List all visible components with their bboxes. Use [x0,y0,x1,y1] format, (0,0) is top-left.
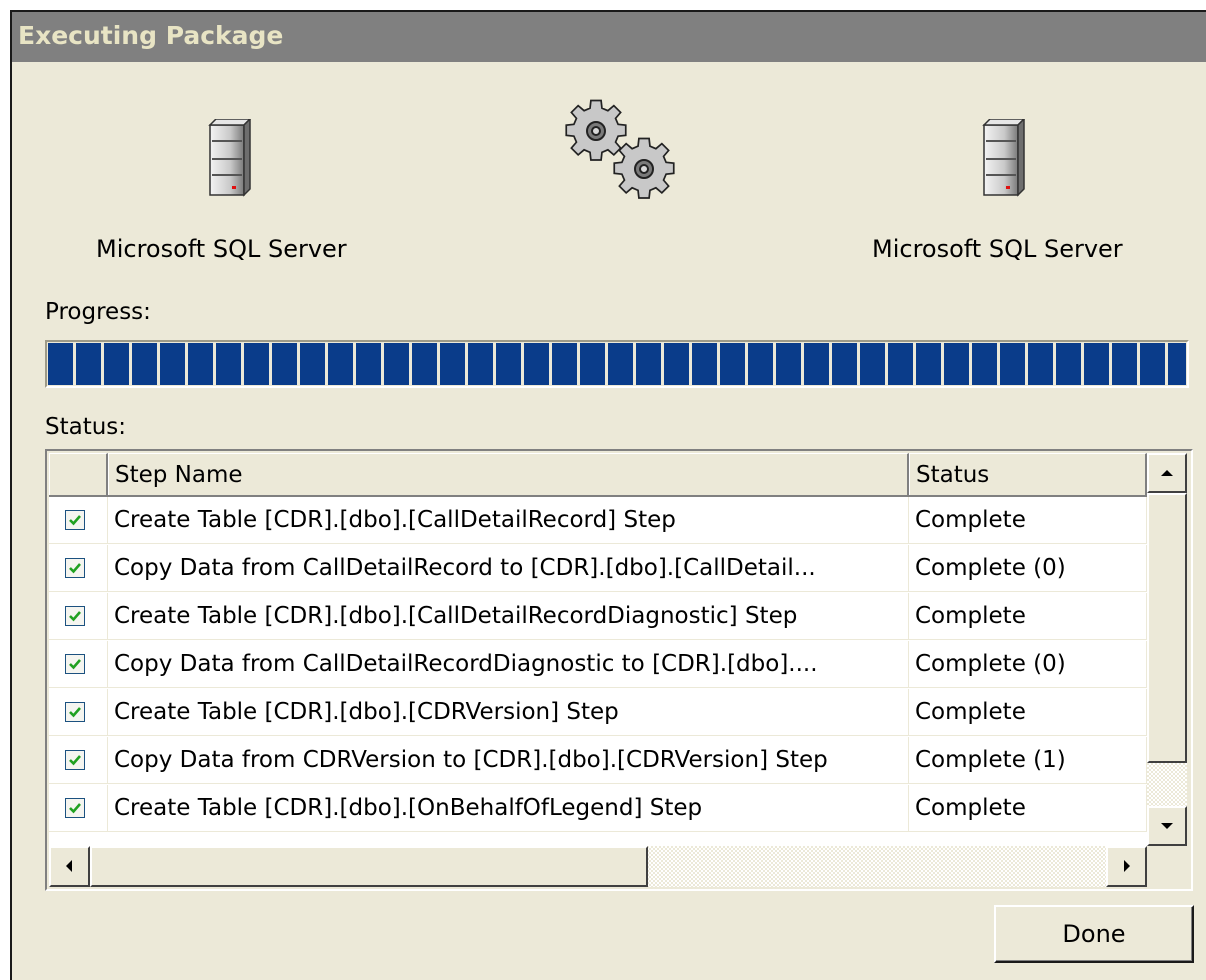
source-server-label: Microsoft SQL Server [96,235,347,263]
status-list[interactable]: Step Name Status Create Table [CDR].[dbo… [45,449,1193,891]
scroll-up-button[interactable] [1147,453,1187,493]
title-bar[interactable]: Executing Package [12,12,1206,62]
gears-icon [562,95,682,209]
step-name-cell: Create Table [CDR].[dbo].[CallDetailReco… [108,593,909,640]
checkmark-icon [69,659,81,670]
horizontal-scrollbar[interactable] [49,846,1147,887]
table-row[interactable]: Create Table [CDR].[dbo].[OnBehalfOfLege… [49,785,1147,833]
step-status-cell: Complete (0) [909,545,1147,592]
executing-package-dialog: Executing Package Microsoft SQL Server M… [10,10,1206,980]
vertical-scroll-thumb[interactable] [1147,493,1187,763]
step-name-cell: Copy Data from CallDetailRecord to [CDR]… [108,545,909,592]
list-header: Step Name Status [49,453,1147,497]
row-check-cell [49,593,108,640]
row-check-cell [49,641,108,688]
checkbox [65,750,85,770]
column-header-step-name[interactable]: Step Name [108,453,909,495]
row-check-cell [49,545,108,592]
scrollbar-corner [1147,846,1187,887]
checkbox [65,558,85,578]
step-status-cell: Complete (1) [909,737,1147,784]
step-name-cell: Copy Data from CallDetailRecordDiagnosti… [108,641,909,688]
vertical-scrollbar[interactable] [1147,453,1187,846]
step-name-cell: Create Table [CDR].[dbo].[CDRVersion] St… [108,689,909,736]
scroll-left-button[interactable] [49,846,90,887]
scroll-down-button[interactable] [1147,806,1187,846]
checkbox [65,510,85,530]
checkmark-icon [69,515,81,526]
step-name-cell: Copy Data from CDRVersion to [CDR].[dbo]… [108,737,909,784]
status-list-body: Step Name Status Create Table [CDR].[dbo… [49,453,1147,846]
checkmark-icon [69,755,81,766]
progress-label: Progress: [45,299,151,325]
arrow-left-icon [66,860,72,872]
step-name-cell: Create Table [CDR].[dbo].[CallDetailReco… [108,497,909,544]
progress-fill [48,343,1186,385]
row-check-cell [49,737,108,784]
checkmark-icon [69,707,81,718]
done-button[interactable]: Done [994,905,1194,963]
table-row[interactable]: Copy Data from CallDetailRecord to [CDR]… [49,545,1147,593]
step-name-cell: Create Table [CDR].[dbo].[OnBehalfOfLege… [108,785,909,832]
row-check-cell [49,689,108,736]
row-check-cell [49,497,108,544]
column-header-check[interactable] [49,453,108,495]
destination-server-label: Microsoft SQL Server [872,235,1123,263]
step-status-cell: Complete (0) [909,641,1147,688]
scroll-right-button[interactable] [1106,846,1147,887]
checkbox [65,798,85,818]
step-status-cell: Complete [909,497,1147,544]
checkbox [65,702,85,722]
progress-bar [45,340,1189,388]
horizontal-scroll-thumb[interactable] [90,846,648,887]
checkbox [65,654,85,674]
checkmark-icon [69,563,81,574]
list-rows: Create Table [CDR].[dbo].[CallDetailReco… [49,497,1147,833]
column-header-status[interactable]: Status [909,453,1147,495]
table-row[interactable]: Create Table [CDR].[dbo].[CallDetailReco… [49,593,1147,641]
window-title: Executing Package [18,21,284,50]
status-label: Status: [45,414,127,440]
table-row[interactable]: Copy Data from CallDetailRecordDiagnosti… [49,641,1147,689]
checkmark-icon [69,611,81,622]
destination-server-icon [976,117,1026,203]
row-check-cell [49,785,108,832]
table-row[interactable]: Create Table [CDR].[dbo].[CDRVersion] St… [49,689,1147,737]
arrow-down-icon [1161,823,1173,829]
step-status-cell: Complete [909,593,1147,640]
checkmark-icon [69,803,81,814]
checkbox [65,606,85,626]
arrow-up-icon [1161,470,1173,476]
arrow-right-icon [1124,860,1130,872]
step-status-cell: Complete [909,785,1147,832]
step-status-cell: Complete [909,689,1147,736]
table-row[interactable]: Copy Data from CDRVersion to [CDR].[dbo]… [49,737,1147,785]
source-server-icon [202,117,252,203]
table-row[interactable]: Create Table [CDR].[dbo].[CallDetailReco… [49,497,1147,545]
